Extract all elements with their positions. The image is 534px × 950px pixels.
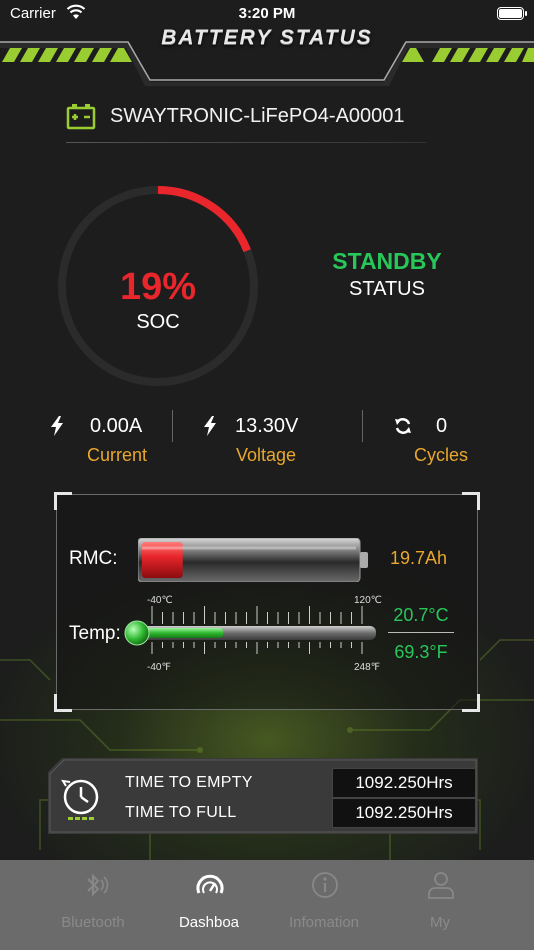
- tab-label: My: [430, 914, 450, 931]
- panel-corner: [462, 492, 480, 510]
- time-to-empty-label: TIME TO EMPTY: [125, 774, 253, 791]
- rmc-value: 19.7Ah: [390, 548, 448, 568]
- cycles-value: 0: [436, 415, 448, 437]
- time-to-empty-value: 1092.250Hrs: [332, 768, 476, 798]
- status-value: STANDBY: [332, 248, 442, 274]
- clock-icon: [61, 779, 99, 820]
- header: BATTERY STATUS: [0, 22, 534, 86]
- panel-corner: [54, 694, 72, 712]
- current-value: 0.00A: [90, 415, 143, 437]
- voltage-value: 13.30V: [235, 415, 299, 437]
- user-icon: [428, 872, 454, 899]
- info-icon: [312, 872, 338, 898]
- temp-label: Temp:: [69, 623, 121, 644]
- temp-thermometer: [124, 606, 376, 654]
- soc-gauge-fill: [157, 186, 251, 253]
- tab-information[interactable]: Infomation: [266, 860, 382, 950]
- lightning-icon: [204, 416, 216, 436]
- tab-bar: Bluetooth Dashboa Infomation My: [0, 860, 534, 950]
- page-title: BATTERY STATUS: [161, 26, 373, 49]
- rmc-label: RMC:: [69, 548, 118, 569]
- panel-corner: [54, 492, 72, 510]
- time-to-full-label: TIME TO FULL: [125, 804, 237, 821]
- tab-label: Infomation: [288, 914, 360, 931]
- clock-time: 3:20 PM: [238, 5, 296, 22]
- tab-label: Bluetooth: [61, 914, 125, 931]
- time-to-full-value: 1092.250Hrs: [332, 798, 476, 828]
- bluetooth-icon: [87, 873, 109, 897]
- tab-my[interactable]: My: [382, 860, 498, 950]
- metric-divider: [362, 410, 363, 442]
- lightning-icon: [51, 416, 63, 436]
- divider: [66, 142, 426, 143]
- tab-dashboard[interactable]: Dashboa: [151, 860, 267, 950]
- soc-label: SOC: [136, 311, 180, 333]
- tab-bluetooth[interactable]: Bluetooth: [35, 860, 151, 950]
- battery-status-icon: [497, 7, 527, 20]
- temp-divider: [388, 632, 454, 633]
- speedometer-icon: [196, 874, 224, 894]
- tab-label: Dashboa: [178, 914, 240, 931]
- temp-fahrenheit: 69.3°F: [394, 642, 448, 662]
- temp-max-f: 248℉: [354, 662, 381, 673]
- device-name: SWAYTRONIC-LiFePO4-A00001: [110, 105, 405, 127]
- voltage-label: Voltage: [236, 445, 297, 465]
- metric-divider: [172, 410, 173, 442]
- rmc-battery-bar: [138, 538, 368, 582]
- temp-celsius: 20.7°C: [393, 605, 449, 625]
- temp-min-f: -40℉: [147, 662, 171, 673]
- status-label: STATUS: [349, 278, 425, 300]
- cycles-label: Cycles: [414, 445, 469, 465]
- refresh-icon: [395, 418, 411, 434]
- device-row[interactable]: SWAYTRONIC-LiFePO4-A00001: [66, 100, 426, 134]
- soc-value: 19%: [119, 266, 197, 308]
- battery-icon: [66, 104, 96, 130]
- current-label: Current: [87, 445, 148, 465]
- panel-corner: [462, 694, 480, 712]
